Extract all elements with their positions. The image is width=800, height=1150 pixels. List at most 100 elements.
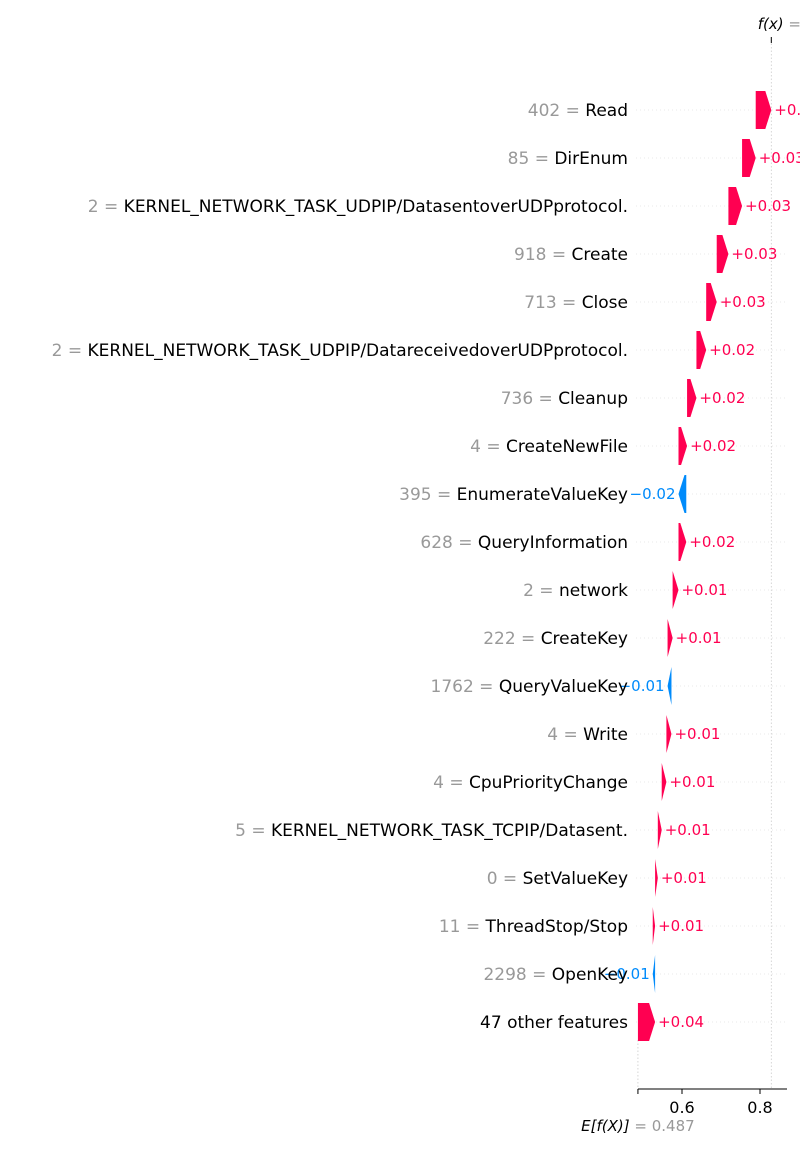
feature-value: 2 = (523, 581, 559, 601)
feature-label: 736 = Cleanup (501, 389, 628, 409)
expected-value-label: E[f(X)] = 0.487 (581, 1117, 695, 1135)
feature-name: Write (583, 725, 628, 745)
x-axis: 0.6 0.8 E[f(X)] = 0.487 (581, 1088, 787, 1135)
feature-label: 47 other features (480, 1013, 628, 1033)
feature-label: 2 = KERNEL_NETWORK_TASK_UDPIP/Datareceiv… (52, 341, 628, 361)
waterfall-bar (652, 907, 656, 945)
waterfall-bar (655, 859, 658, 897)
waterfall-bar (678, 427, 688, 465)
feature-label: 222 = CreateKey (483, 629, 628, 649)
feature-value: 5 = (235, 821, 271, 841)
feature-name: SetValueKey (523, 869, 628, 889)
contribution-label: +0.02 (689, 533, 735, 551)
feature-label: 2 = network (523, 581, 628, 601)
waterfall-bar (706, 283, 717, 321)
feature-value: 2298 = (483, 965, 551, 985)
contribution-label: +0.02 (709, 341, 755, 359)
waterfall-bar (678, 475, 687, 513)
expected-value-number: = 0.487 (634, 1117, 694, 1135)
feature-name: Close (582, 293, 628, 313)
feature-label: 1762 = QueryValueKey (431, 677, 629, 697)
feature-name: OpenKey (552, 965, 628, 985)
feature-label: 918 = Create (514, 245, 628, 265)
feature-value: 222 = (483, 629, 541, 649)
expected-value-symbol: E[f(X)] (581, 1117, 634, 1135)
contribution-label: +0.01 (658, 917, 704, 935)
contribution-label: +0.03 (731, 245, 777, 263)
feature-name: DirEnum (554, 149, 628, 169)
feature-label: 628 = QueryInformation (420, 533, 628, 553)
feature-value: 4 = (470, 437, 506, 457)
feature-label: 5 = KERNEL_NETWORK_TASK_TCPIP/Datasent. (235, 821, 628, 841)
feature-name: 47 other features (480, 1013, 628, 1033)
feature-value: 2 = (52, 341, 88, 361)
feature-label: 402 = Read (528, 101, 628, 121)
output-annotation: f(x) = (758, 15, 800, 43)
feature-value: 0 = (487, 869, 523, 889)
feature-label: 85 = DirEnum (508, 149, 628, 169)
waterfall-bar (687, 379, 697, 417)
feature-name: CreateNewFile (506, 437, 628, 457)
waterfall-bar (716, 235, 729, 273)
waterfall-bar (637, 1003, 656, 1041)
feature-value: 4 = (547, 725, 583, 745)
output-value-label: f(x) = (758, 15, 800, 33)
feature-label: 11 = ThreadStop/Stop (439, 917, 628, 937)
waterfall-bar (657, 811, 662, 849)
x-tick-label: 0.6 (669, 1098, 694, 1117)
feature-name: KERNEL_NETWORK_TASK_TCPIP/Datasent. (271, 821, 628, 841)
feature-value: 1762 = (431, 677, 499, 697)
contribution-label: +0.02 (690, 437, 736, 455)
contribution-label: +0.03 (745, 197, 791, 215)
feature-value: 11 = (439, 917, 486, 937)
waterfall-bar (755, 91, 772, 129)
contribution-label: +0.03 (759, 149, 800, 167)
waterfall-bar (652, 955, 656, 993)
feature-label: 4 = CreateNewFile (470, 437, 628, 457)
feature-label: 713 = Close (524, 293, 628, 313)
waterfall-bar (672, 571, 679, 609)
feature-value: 395 = (399, 485, 457, 505)
feature-value: 4 = (433, 773, 469, 793)
feature-value: 402 = (528, 101, 586, 121)
feature-label: 395 = EnumerateValueKey (399, 485, 628, 505)
contribution-label: +0.01 (681, 581, 727, 599)
contribution-label: +0.01 (676, 629, 722, 647)
feature-value: 736 = (501, 389, 559, 409)
feature-name: QueryInformation (478, 533, 628, 553)
contribution-label: +0.01 (669, 773, 715, 791)
feature-value: 628 = (420, 533, 478, 553)
feature-name: CpuPriorityChange (469, 773, 628, 793)
contribution-label: +0.02 (699, 389, 745, 407)
feature-label: 0 = SetValueKey (487, 869, 628, 889)
contribution-label: +0.04 (774, 101, 800, 119)
feature-name: KERNEL_NETWORK_TASK_UDPIP/DatasentoverUD… (124, 197, 628, 217)
contribution-label: +0.04 (658, 1013, 704, 1031)
contribution-label: +0.03 (720, 293, 766, 311)
shap-waterfall-chart: +0.04 402 = Read +0.03 85 = DirEnum +0.03 2 =… (52, 15, 800, 1135)
waterfall-bar (667, 619, 673, 657)
feature-name: EnumerateValueKey (457, 485, 628, 505)
feature-value: 85 = (508, 149, 555, 169)
bars (637, 91, 772, 1041)
x-tick-label: 0.8 (747, 1098, 772, 1117)
contribution-label: +0.01 (661, 869, 707, 887)
waterfall-bar (696, 331, 707, 369)
feature-value: 713 = (524, 293, 582, 313)
feature-label: 2298 = OpenKey (483, 965, 628, 985)
waterfall-bar (678, 523, 687, 561)
waterfall-bar (742, 139, 756, 177)
feature-name: network (559, 581, 628, 601)
feature-name: CreateKey (541, 629, 628, 649)
feature-label: 2 = KERNEL_NETWORK_TASK_UDPIP/Datasentov… (88, 197, 628, 217)
waterfall-bar (661, 763, 667, 801)
feature-label: 4 = Write (547, 725, 628, 745)
feature-labels: +0.04 402 = Read +0.03 85 = DirEnum +0.03 2 =… (52, 101, 800, 1033)
waterfall-bar (667, 667, 672, 705)
feature-name: Read (585, 101, 628, 121)
contribution-label: +0.01 (674, 725, 720, 743)
contribution-label: +0.01 (665, 821, 711, 839)
feature-name: ThreadStop/Stop (485, 917, 628, 937)
feature-value: 918 = (514, 245, 572, 265)
waterfall-bar (728, 187, 743, 225)
